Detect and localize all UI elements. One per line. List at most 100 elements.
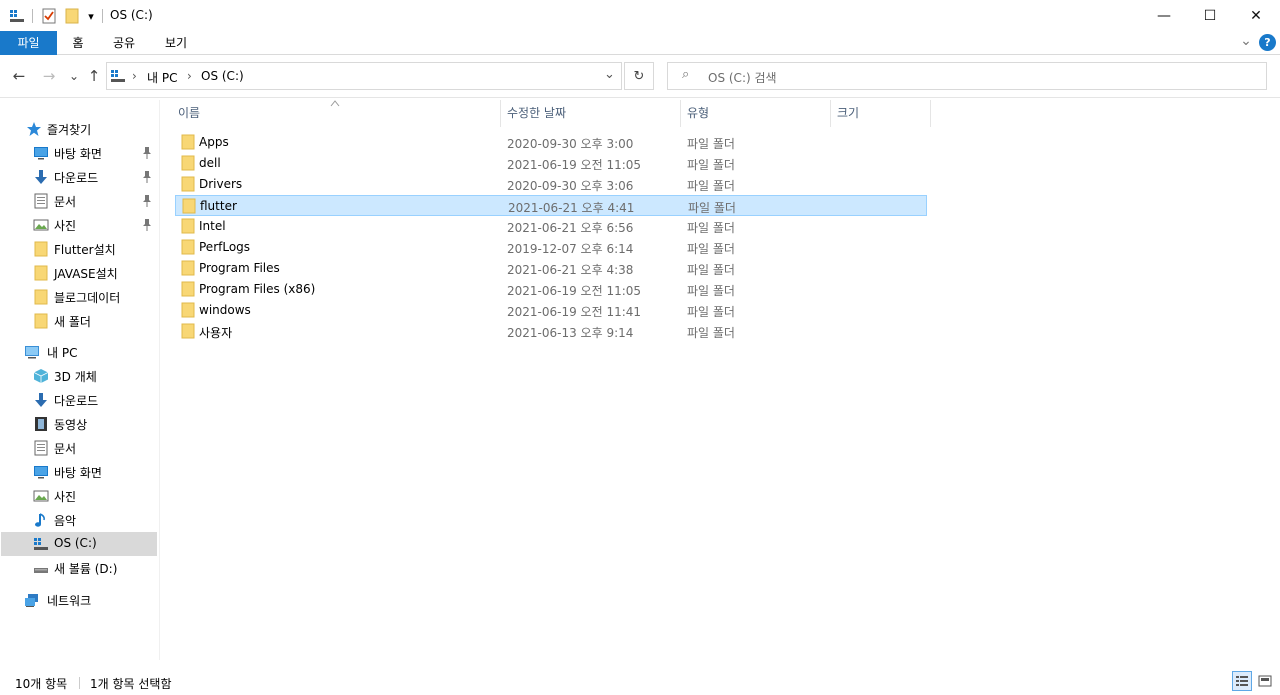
nav-pc-item[interactable]: 문서 <box>1 436 157 460</box>
address-dropdown-icon[interactable]: ⌄ <box>604 67 615 82</box>
file-row[interactable]: 사용자 2021-06-13 오후 9:14 파일 폴더 <box>175 321 927 342</box>
nav-pc-item[interactable]: 사진 <box>1 484 157 508</box>
file-date: 2020-09-30 오후 3:00 <box>507 137 634 151</box>
nav-pc-item[interactable]: 3D 개체 <box>1 364 157 388</box>
desktop-icon <box>33 145 49 161</box>
file-row[interactable]: Apps 2020-09-30 오후 3:00 파일 폴더 <box>175 132 927 153</box>
column-header-type[interactable]: 유형 <box>681 100 831 127</box>
nav-pc-item[interactable]: 새 볼륨 (D:) <box>1 556 157 580</box>
drive-icon <box>110 69 126 86</box>
pane-divider[interactable] <box>159 100 160 660</box>
music-icon <box>33 512 49 528</box>
nav-quick-item[interactable]: JAVASE설치 <box>1 261 157 285</box>
drive-icon <box>33 560 49 576</box>
nav-quick-item[interactable]: 사진 <box>1 213 157 237</box>
file-type: 파일 폴더 <box>687 221 735 235</box>
search-input[interactable]: OS (C:) 검색 <box>708 69 777 86</box>
pin-icon <box>141 218 153 232</box>
nav-pc-item[interactable]: 다운로드 <box>1 388 157 412</box>
nav-quick-access[interactable]: 즐겨찾기 <box>1 117 157 141</box>
column-header-size[interactable]: 크기 <box>831 100 931 127</box>
search-icon: ⌕ <box>682 67 690 82</box>
documents-icon <box>33 193 49 209</box>
folder-icon <box>180 155 196 171</box>
nav-pc-item[interactable]: OS (C:) <box>1 532 157 556</box>
help-icon[interactable]: ? <box>1259 34 1276 51</box>
file-row[interactable]: windows 2021-06-19 오전 11:41 파일 폴더 <box>175 300 927 321</box>
file-row[interactable]: flutter 2021-06-21 오후 4:41 파일 폴더 <box>175 195 927 216</box>
nav-pc-item[interactable]: 바탕 화면 <box>1 460 157 484</box>
maximize-button[interactable]: ☐ <box>1187 0 1233 31</box>
nav-network[interactable]: 네트워크 <box>1 588 157 612</box>
file-row[interactable]: PerfLogs 2019-12-07 오후 6:14 파일 폴더 <box>175 237 927 258</box>
folder-icon <box>180 323 196 339</box>
back-button[interactable]: ← <box>10 67 28 85</box>
nav-quick-item[interactable]: 블로그데이터 <box>1 285 157 309</box>
up-button[interactable]: ↑ <box>85 67 103 85</box>
customize-quick-access-icon[interactable]: ▾ <box>84 7 98 25</box>
title-bar: ▾ OS (C:) — ☐ ✕ <box>0 0 1280 31</box>
tab-view[interactable]: 보기 <box>153 31 199 55</box>
file-type: 파일 폴더 <box>687 263 735 277</box>
properties-icon[interactable] <box>40 7 58 25</box>
nav-quick-item[interactable]: 문서 <box>1 189 157 213</box>
refresh-button[interactable]: ↻ <box>624 62 654 90</box>
search-box[interactable]: ⌕ OS (C:) 검색 <box>667 62 1267 90</box>
status-bar: 10개 항목 1개 항목 선택함 <box>0 670 1280 695</box>
nav-this-pc[interactable]: 내 PC <box>1 340 157 364</box>
file-type: 파일 폴더 <box>687 179 735 193</box>
folder-icon <box>180 302 196 318</box>
file-type: 파일 폴더 <box>687 242 735 256</box>
nav-label: 사진 <box>54 219 77 233</box>
file-row[interactable]: Intel 2021-06-21 오후 6:56 파일 폴더 <box>175 216 927 237</box>
file-row[interactable]: dell 2021-06-19 오전 11:05 파일 폴더 <box>175 153 927 174</box>
nav-label: 바탕 화면 <box>54 466 102 480</box>
nav-quick-item[interactable]: 다운로드 <box>1 165 157 189</box>
forward-button[interactable]: → <box>40 67 58 85</box>
file-type: 파일 폴더 <box>687 284 735 298</box>
details-view-button[interactable] <box>1232 671 1252 691</box>
file-date: 2021-06-19 오전 11:05 <box>507 158 642 172</box>
nav-label: 사진 <box>54 490 77 504</box>
separator <box>102 9 103 23</box>
tab-home[interactable]: 홈 <box>57 31 99 55</box>
nav-quick-item[interactable]: 새 폴더 <box>1 309 157 333</box>
file-name: flutter <box>200 199 237 213</box>
tab-share[interactable]: 공유 <box>101 31 147 55</box>
nav-label: JAVASE설치 <box>54 267 118 281</box>
file-row[interactable]: Program Files (x86) 2021-06-19 오전 11:05 파일… <box>175 279 927 300</box>
expand-ribbon-icon[interactable]: ⌄ <box>1238 33 1254 49</box>
file-type: 파일 폴더 <box>687 305 735 319</box>
column-header-date[interactable]: 수정한 날짜 <box>501 100 681 127</box>
file-name: Intel <box>199 219 226 233</box>
nav-label: 블로그데이터 <box>54 291 121 305</box>
breadcrumb-this-pc[interactable]: 내 PC <box>147 69 177 86</box>
separator <box>32 9 33 23</box>
file-row[interactable]: Program Files 2021-06-21 오후 4:38 파일 폴더 <box>175 258 927 279</box>
address-bar[interactable]: › 내 PC › OS (C:) ⌄ <box>106 62 622 90</box>
minimize-button[interactable]: — <box>1141 0 1187 31</box>
address-row: ← → ⌄ ↑ › 내 PC › OS (C:) ⌄ ↻ ⌕ OS (C:) 검… <box>0 56 1280 98</box>
documents-icon <box>33 440 49 456</box>
nav-quick-item[interactable]: 바탕 화면 <box>1 141 157 165</box>
file-row[interactable]: Drivers 2020-09-30 오후 3:06 파일 폴더 <box>175 174 927 195</box>
crumb-separator: › <box>132 69 137 83</box>
close-button[interactable]: ✕ <box>1233 0 1279 31</box>
nav-label: 새 볼륨 (D:) <box>54 562 118 576</box>
nav-label: 3D 개체 <box>54 370 97 384</box>
breadcrumb-os-c[interactable]: OS (C:) <box>201 69 244 83</box>
nav-quick-item[interactable]: Flutter설치 <box>1 237 157 261</box>
large-icons-view-button[interactable] <box>1255 671 1275 691</box>
recent-locations-button[interactable]: ⌄ <box>65 67 83 85</box>
nav-pc-item[interactable]: 동영상 <box>1 412 157 436</box>
folder-icon <box>180 218 196 234</box>
file-type: 파일 폴더 <box>687 326 735 340</box>
tab-file[interactable]: 파일 <box>0 31 57 55</box>
downloads-icon <box>33 169 49 185</box>
file-name: windows <box>199 303 251 317</box>
new-folder-icon[interactable] <box>63 7 81 25</box>
pictures-icon <box>33 217 49 233</box>
selected-count: 1개 항목 선택함 <box>90 677 172 691</box>
file-name: 사용자 <box>199 326 233 340</box>
nav-pc-item[interactable]: 음악 <box>1 508 157 532</box>
